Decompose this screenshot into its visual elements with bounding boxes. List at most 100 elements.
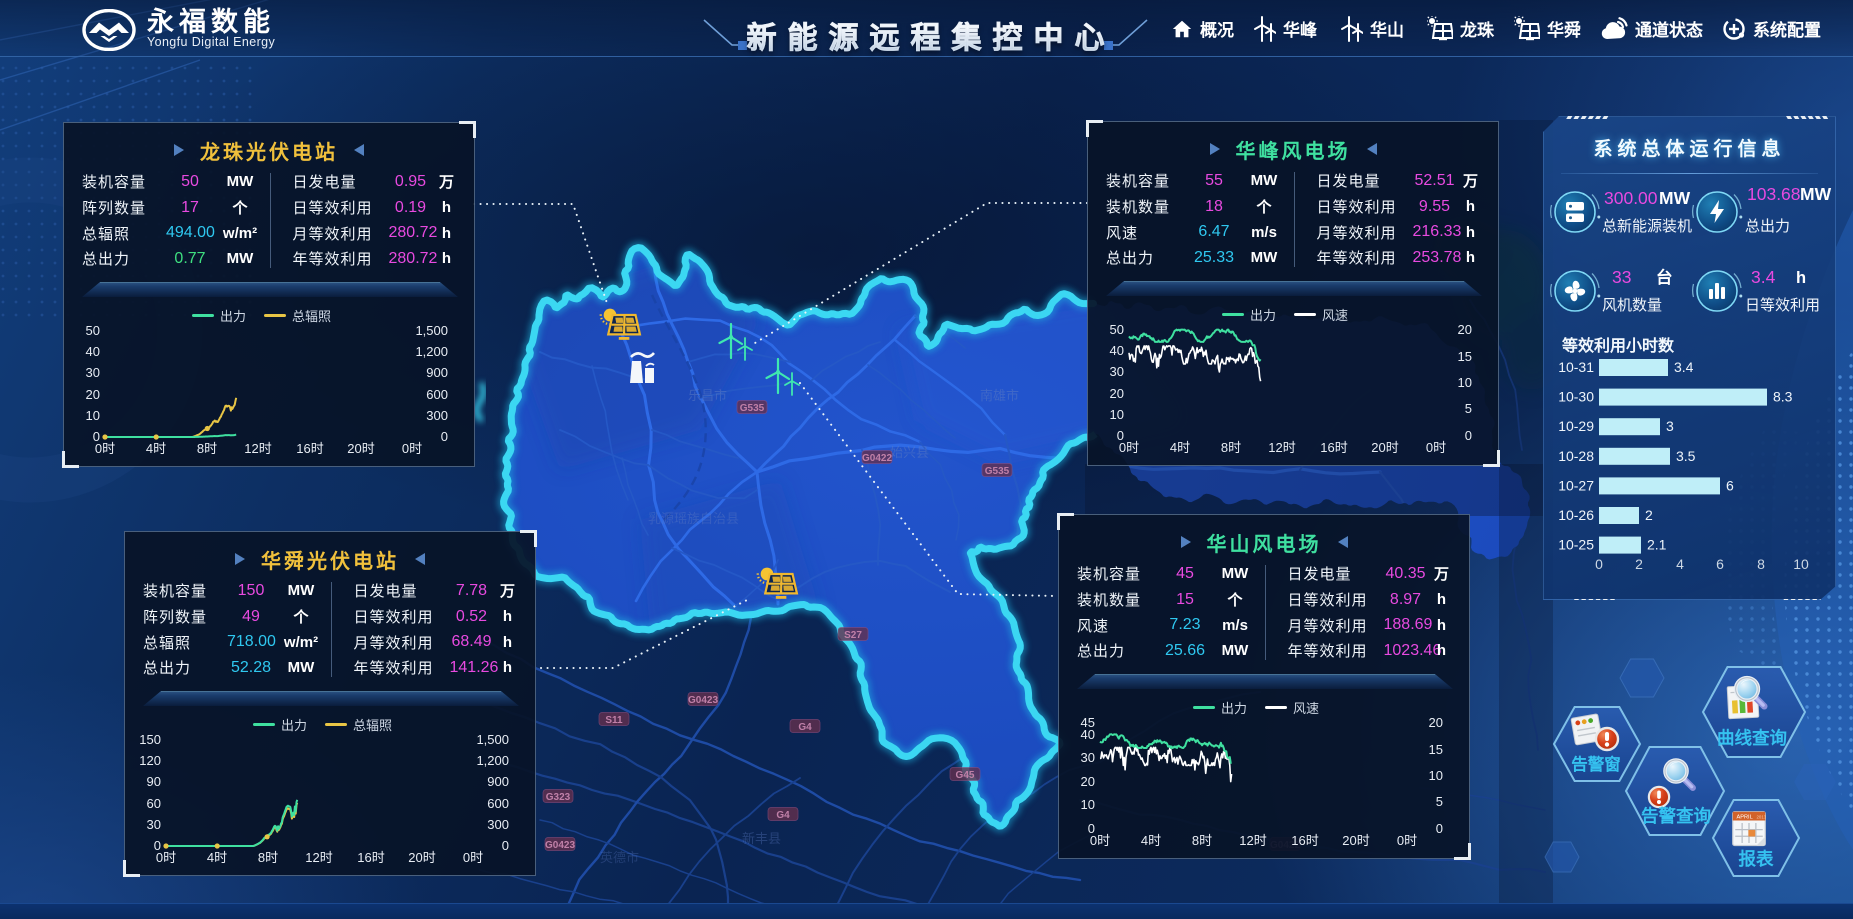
svg-text:8时: 8时 <box>1192 833 1212 848</box>
svg-text:40: 40 <box>1081 727 1095 742</box>
svg-text:G535: G535 <box>985 466 1010 477</box>
svg-text:33: 33 <box>1612 267 1631 287</box>
svg-text:风机数量: 风机数量 <box>1602 297 1662 314</box>
svg-text:2: 2 <box>1635 556 1643 572</box>
svg-text:0时: 0时 <box>1397 833 1417 848</box>
svg-text:4时: 4时 <box>1170 440 1190 455</box>
svg-text:20时: 20时 <box>408 850 435 865</box>
svg-text:4时: 4时 <box>207 850 227 865</box>
svg-text:0时: 0时 <box>95 441 115 456</box>
svg-text:总辐照: 总辐照 <box>353 718 392 733</box>
svg-text:1,500: 1,500 <box>415 323 448 338</box>
svg-text:4时: 4时 <box>146 441 166 456</box>
svg-text:300.00: 300.00 <box>1604 188 1658 208</box>
svg-text:600: 600 <box>487 796 509 811</box>
svg-text:总新能源装机: 总新能源装机 <box>1602 218 1692 235</box>
svg-text:0时: 0时 <box>1119 440 1139 455</box>
svg-text:1,200: 1,200 <box>415 344 448 359</box>
svg-text:16时: 16时 <box>1320 440 1347 455</box>
svg-text:乳源瑶族自治县: 乳源瑶族自治县 <box>648 511 739 526</box>
svg-text:30: 30 <box>1081 750 1095 765</box>
svg-text:5: 5 <box>1465 401 1472 416</box>
svg-text:3.4: 3.4 <box>1751 267 1776 287</box>
svg-text:8.3: 8.3 <box>1773 389 1793 405</box>
svg-text:20: 20 <box>1429 715 1443 730</box>
svg-text:10-26: 10-26 <box>1558 507 1594 523</box>
svg-text:300: 300 <box>426 408 448 423</box>
svg-text:风速: 风速 <box>1322 308 1348 323</box>
svg-text:900: 900 <box>487 774 509 789</box>
svg-text:3: 3 <box>1666 418 1674 434</box>
svg-text:0时: 0时 <box>463 850 483 865</box>
svg-text:0时: 0时 <box>402 441 422 456</box>
svg-text:16时: 16时 <box>357 850 384 865</box>
svg-text:20时: 20时 <box>1371 440 1398 455</box>
svg-text:4: 4 <box>1676 556 1684 572</box>
svg-text:出力: 出力 <box>281 718 307 733</box>
svg-text:40: 40 <box>86 344 100 359</box>
svg-text:始兴县: 始兴县 <box>890 445 929 460</box>
svg-text:日等效利用: 日等效利用 <box>1745 296 1820 314</box>
svg-text:150: 150 <box>139 732 161 747</box>
svg-text:90: 90 <box>147 774 161 789</box>
svg-text:G4: G4 <box>798 722 812 733</box>
svg-text:南雄市: 南雄市 <box>980 388 1019 403</box>
svg-text:0: 0 <box>1465 428 1472 443</box>
svg-text:15: 15 <box>1429 742 1443 757</box>
svg-text:20: 20 <box>1110 386 1124 401</box>
svg-text:0时: 0时 <box>1426 440 1446 455</box>
svg-text:16时: 16时 <box>296 441 323 456</box>
svg-text:S27: S27 <box>844 630 862 641</box>
svg-text:10-30: 10-30 <box>1558 389 1594 405</box>
svg-text:6: 6 <box>1716 556 1724 572</box>
svg-text:10-28: 10-28 <box>1558 448 1594 464</box>
svg-text:0时: 0时 <box>156 850 176 865</box>
svg-text:出力: 出力 <box>1250 308 1276 323</box>
svg-text:0时: 0时 <box>1090 833 1110 848</box>
svg-text:12时: 12时 <box>305 850 332 865</box>
svg-text:8: 8 <box>1757 556 1765 572</box>
svg-text:1,200: 1,200 <box>476 753 509 768</box>
svg-text:10: 10 <box>86 408 100 423</box>
svg-text:4时: 4时 <box>1141 833 1161 848</box>
svg-text:20: 20 <box>1458 322 1472 337</box>
svg-text:1,500: 1,500 <box>476 732 509 747</box>
svg-text:10: 10 <box>1458 375 1472 390</box>
svg-text:G0422: G0422 <box>862 453 892 464</box>
svg-text:h: h <box>1796 269 1806 287</box>
svg-text:2.1: 2.1 <box>1647 537 1667 553</box>
svg-text:10-29: 10-29 <box>1558 418 1594 434</box>
svg-text:出力: 出力 <box>1221 701 1247 716</box>
svg-text:G4: G4 <box>776 810 790 821</box>
svg-text:12时: 12时 <box>1239 833 1266 848</box>
svg-text:总辐照: 总辐照 <box>292 309 331 324</box>
svg-text:20: 20 <box>86 387 100 402</box>
svg-text:乐昌市: 乐昌市 <box>688 388 727 403</box>
svg-text:MW: MW <box>1800 184 1832 204</box>
svg-text:10-27: 10-27 <box>1558 477 1594 493</box>
svg-text:30: 30 <box>1110 364 1124 379</box>
svg-text:300: 300 <box>487 817 509 832</box>
svg-text:0: 0 <box>1595 556 1603 572</box>
svg-text:台: 台 <box>1656 267 1673 287</box>
svg-text:风速: 风速 <box>1293 701 1319 716</box>
svg-text:出力: 出力 <box>220 309 246 324</box>
svg-text:总出力: 总出力 <box>1745 218 1790 235</box>
svg-text:10-25: 10-25 <box>1558 537 1594 553</box>
svg-text:5: 5 <box>1436 794 1443 809</box>
svg-text:10: 10 <box>1110 407 1124 422</box>
svg-text:20时: 20时 <box>347 441 374 456</box>
svg-text:10: 10 <box>1793 556 1809 572</box>
svg-text:50: 50 <box>86 323 100 338</box>
svg-text:30: 30 <box>86 365 100 380</box>
svg-text:英德市: 英德市 <box>600 850 639 865</box>
svg-text:10: 10 <box>1081 797 1095 812</box>
svg-text:12时: 12时 <box>244 441 271 456</box>
svg-text:2: 2 <box>1645 507 1653 523</box>
svg-text:6: 6 <box>1726 477 1734 493</box>
svg-text:103.68: 103.68 <box>1747 184 1801 204</box>
svg-text:900: 900 <box>426 365 448 380</box>
svg-text:50: 50 <box>1110 322 1124 337</box>
svg-text:G0423: G0423 <box>688 695 718 706</box>
svg-text:8时: 8时 <box>197 441 217 456</box>
